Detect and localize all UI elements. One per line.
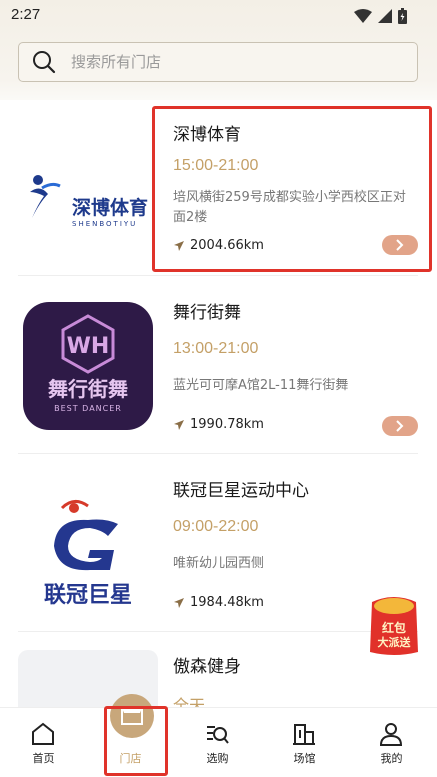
store-card-shenbo[interactable]: 深博体育 SHENBOTIYU 深博体育 15:00-21:00 培风横街259…: [18, 100, 418, 276]
tab-label: 我的: [380, 752, 403, 765]
venue-icon: [293, 724, 315, 745]
tab-label: 门店: [119, 752, 142, 765]
active-tab-bubble: [110, 694, 154, 738]
store-name: 傲森健身: [173, 657, 241, 677]
svg-text:大派送: 大派送: [378, 635, 412, 649]
svg-text:红包: 红包: [382, 620, 406, 635]
store-hours: 15:00-21:00: [173, 157, 259, 174]
store-name: 舞行街舞: [173, 303, 241, 323]
chevron-right-icon: [396, 239, 404, 251]
battery-icon: [398, 8, 407, 24]
store-hours: 13:00-21:00: [173, 340, 259, 357]
store-address: 培风横街259号成都实验小学西校区正对面2楼: [173, 190, 406, 225]
wifi-icon: [354, 9, 372, 23]
runner-logo-icon: [30, 175, 61, 218]
go-button[interactable]: [382, 416, 418, 436]
search-input[interactable]: [71, 53, 391, 71]
chevron-right-icon: [396, 420, 404, 432]
store-logo-wuxing: WH 舞行街舞 BEST DANCER: [18, 300, 158, 432]
bottom-tab-bar: 首页 门店 选购 场馆 我的: [0, 694, 437, 777]
status-bar: 2:27: [0, 0, 437, 32]
distance-value: 1990.78km: [190, 417, 264, 432]
svg-text:SHENBOTIYU: SHENBOTIYU: [72, 220, 137, 228]
distance-value: 1984.48km: [190, 595, 264, 610]
store-address: 唯新幼儿园西侧: [173, 556, 265, 571]
tab-label: 选购: [206, 752, 229, 765]
store-card-lianguan[interactable]: 联冠巨星 联冠巨星运动中心 09:00-22:00 唯新幼儿园西侧 1984.4…: [18, 456, 418, 632]
tab-label: 场馆: [293, 752, 316, 765]
svg-text:舞行街舞: 舞行街舞: [48, 377, 128, 401]
store-logo-lianguan: 联冠巨星: [18, 478, 158, 610]
svg-text:联冠巨星: 联冠巨星: [44, 583, 132, 608]
store-distance: 2004.66km: [173, 238, 264, 253]
store-distance: 1984.48km: [173, 595, 264, 610]
tab-shop[interactable]: 选购: [174, 708, 261, 777]
svg-text:BEST DANCER: BEST DANCER: [54, 404, 122, 413]
store-logo-shenbo: 深博体育 SHENBOTIYU: [18, 122, 158, 254]
shopping-search-icon: [207, 726, 229, 744]
tab-venue[interactable]: 场馆: [261, 708, 348, 777]
user-icon: [379, 723, 403, 746]
store-distance: 1990.78km: [173, 417, 264, 432]
home-icon: [32, 722, 54, 745]
go-button[interactable]: [382, 235, 418, 255]
store-name: 深博体育: [173, 125, 241, 145]
distance-value: 2004.66km: [190, 238, 264, 253]
tab-store[interactable]: 门店: [87, 694, 174, 777]
location-arrow-icon: [174, 240, 184, 251]
store-card-wuxing[interactable]: WH 舞行街舞 BEST DANCER 舞行街舞 13:00-21:00 蓝光可…: [18, 278, 418, 454]
status-icons: [354, 8, 407, 24]
star-g-logo-icon: [54, 500, 118, 571]
store-icon: [121, 707, 143, 725]
location-arrow-icon: [174, 419, 184, 430]
status-time: 2:27: [11, 6, 41, 23]
store-hours: 09:00-22:00: [173, 518, 259, 535]
svg-text:深博体育: 深博体育: [72, 196, 148, 219]
tab-label: 首页: [32, 752, 55, 765]
svg-text:WH: WH: [67, 334, 110, 359]
search-bar[interactable]: [18, 42, 418, 82]
red-packet-button[interactable]: 红包 大派送: [366, 592, 422, 658]
store-name: 联冠巨星运动中心: [173, 481, 309, 501]
search-icon: [33, 51, 56, 74]
location-arrow-icon: [174, 597, 184, 608]
signal-icon: [378, 9, 392, 23]
store-address: 蓝光可可摩A馆2L-11舞行街舞: [173, 378, 349, 393]
tab-home[interactable]: 首页: [0, 708, 87, 777]
tab-profile[interactable]: 我的: [348, 708, 435, 777]
